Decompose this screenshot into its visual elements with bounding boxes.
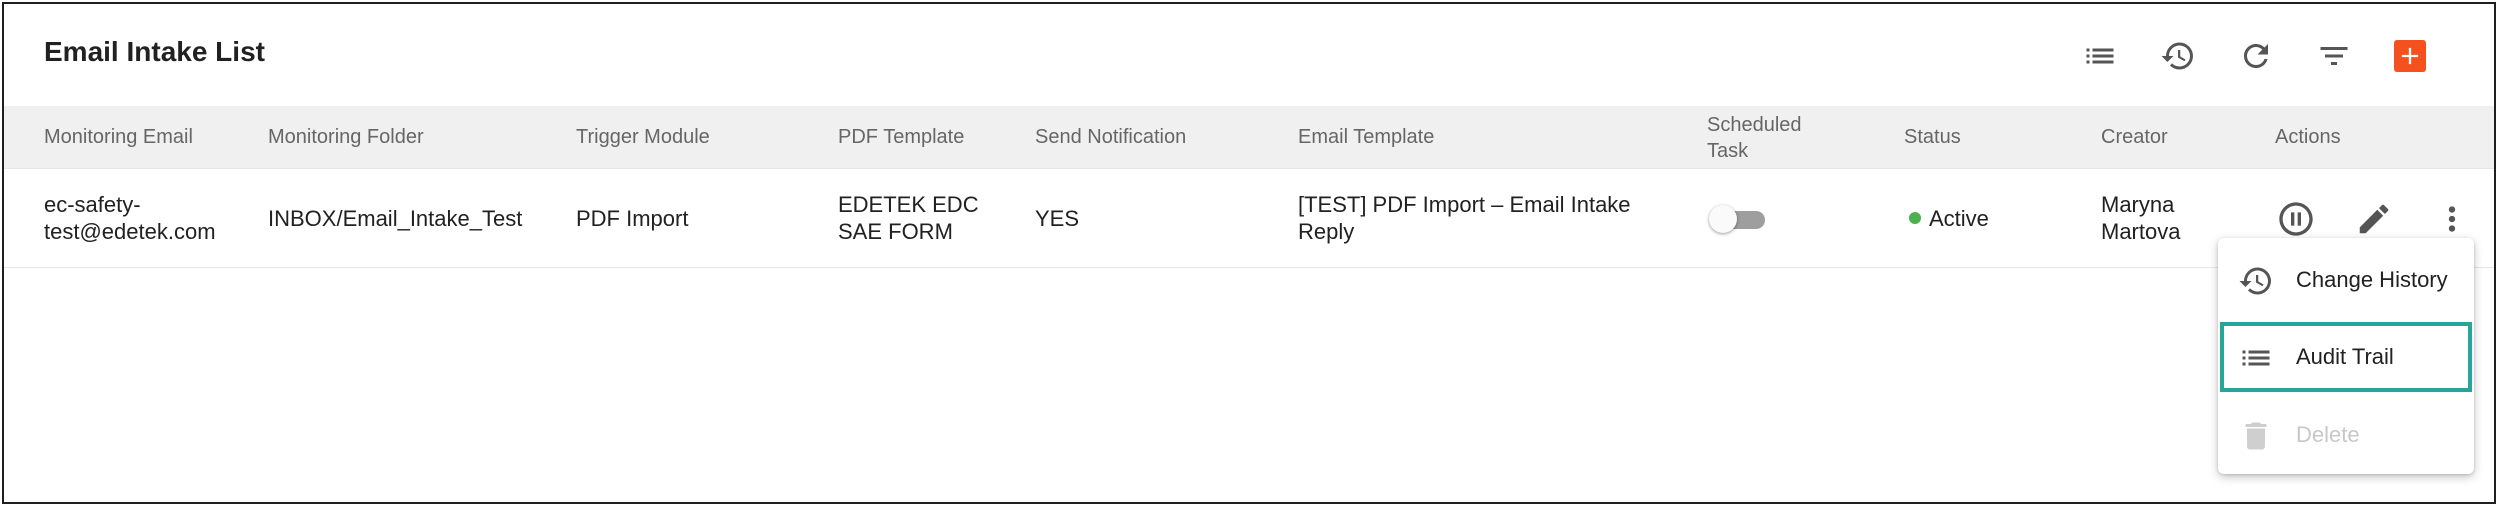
menu-item-label: Change History	[2296, 267, 2448, 292]
trash-icon	[2238, 418, 2274, 454]
more-actions-button[interactable]	[2432, 199, 2472, 239]
column-header-status[interactable]: Status	[1904, 124, 1961, 150]
cell-status: Active	[1929, 206, 1989, 231]
filter-button[interactable]	[2312, 34, 2356, 78]
column-header-creator[interactable]: Creator	[2101, 124, 2168, 150]
add-button[interactable]	[2394, 40, 2426, 72]
history-icon	[2161, 42, 2193, 70]
cell-pdf-template-line2: SAE FORM	[838, 219, 953, 244]
column-header-monitoring-email[interactable]: Monitoring Email	[44, 124, 193, 150]
column-header-scheduled-task-line1: Scheduled	[1707, 114, 1802, 136]
menu-item-delete[interactable]: Delete	[2218, 398, 2474, 472]
cell-monitoring-email: ec-safety- test@edetek.com	[44, 191, 216, 245]
history-icon	[2238, 263, 2274, 299]
cell-email-template: [TEST] PDF Import – Email Intake Reply	[1298, 191, 1631, 245]
menu-item-audit-trail[interactable]: Audit Trail	[2218, 320, 2474, 394]
page-header: Email Intake List	[4, 4, 2494, 104]
list-view-button[interactable]	[2078, 34, 2122, 78]
cell-trigger-module: PDF Import	[576, 206, 689, 231]
cell-email-template-line2: Reply	[1298, 219, 1355, 244]
refresh-icon	[2244, 44, 2268, 68]
cell-monitoring-email-line1: ec-safety-	[44, 192, 141, 217]
table-header: Monitoring Email Monitoring Folder Trigg…	[4, 106, 2494, 168]
pause-button[interactable]	[2276, 199, 2316, 239]
column-header-monitoring-folder[interactable]: Monitoring Folder	[268, 124, 424, 150]
add-icon	[2401, 47, 2419, 65]
menu-item-label: Audit Trail	[2296, 344, 2394, 369]
cell-monitoring-folder: INBOX/Email_Intake_Test	[268, 206, 523, 231]
column-header-send-notification[interactable]: Send Notification	[1035, 124, 1186, 150]
table-row[interactable]: ec-safety- test@edetek.com INBOX/Email_I…	[4, 168, 2494, 268]
edit-button[interactable]	[2354, 199, 2394, 239]
menu-item-label: Delete	[2296, 422, 2360, 447]
status-indicator-dot	[1909, 212, 1921, 224]
history-button[interactable]	[2156, 34, 2200, 78]
cell-creator-line2: Martova	[2101, 219, 2181, 244]
scheduled-task-toggle[interactable]	[1709, 205, 1767, 233]
cell-creator: Maryna Martova	[2101, 191, 2180, 245]
column-header-pdf-template[interactable]: PDF Template	[838, 124, 964, 150]
column-header-scheduled-task[interactable]: Scheduled Task	[1707, 112, 1802, 164]
column-header-email-template[interactable]: Email Template	[1298, 124, 1434, 150]
cell-creator-line1: Maryna	[2101, 192, 2175, 217]
column-header-actions: Actions	[2275, 126, 2341, 148]
menu-item-change-history[interactable]: Change History	[2218, 243, 2474, 317]
pencil-icon	[2359, 204, 2389, 234]
row-actions-menu: Change History Audit Trail Delete	[2218, 238, 2474, 474]
cell-send-notification: YES	[1035, 206, 1080, 231]
column-header-trigger-module[interactable]: Trigger Module	[576, 124, 710, 150]
list-icon	[2238, 340, 2274, 376]
page-title: Email Intake List	[44, 36, 265, 67]
cell-monitoring-email-line2: test@edetek.com	[44, 219, 216, 244]
cell-pdf-template-line1: EDETEK EDC	[838, 192, 979, 217]
filter-icon	[2320, 47, 2348, 65]
toggle-thumb	[1709, 205, 1737, 233]
pause-circle-icon	[2279, 202, 2313, 236]
cell-pdf-template: EDETEK EDC SAE FORM	[838, 191, 979, 245]
more-vertical-icon	[2448, 206, 2456, 232]
email-intake-panel: Email Intake List Monitoring Email Monit…	[2, 2, 2496, 504]
column-header-scheduled-task-line2: Task	[1707, 140, 1749, 162]
list-icon	[2086, 48, 2114, 64]
cell-email-template-line1: [TEST] PDF Import – Email Intake	[1298, 192, 1631, 217]
refresh-button[interactable]	[2234, 34, 2278, 78]
